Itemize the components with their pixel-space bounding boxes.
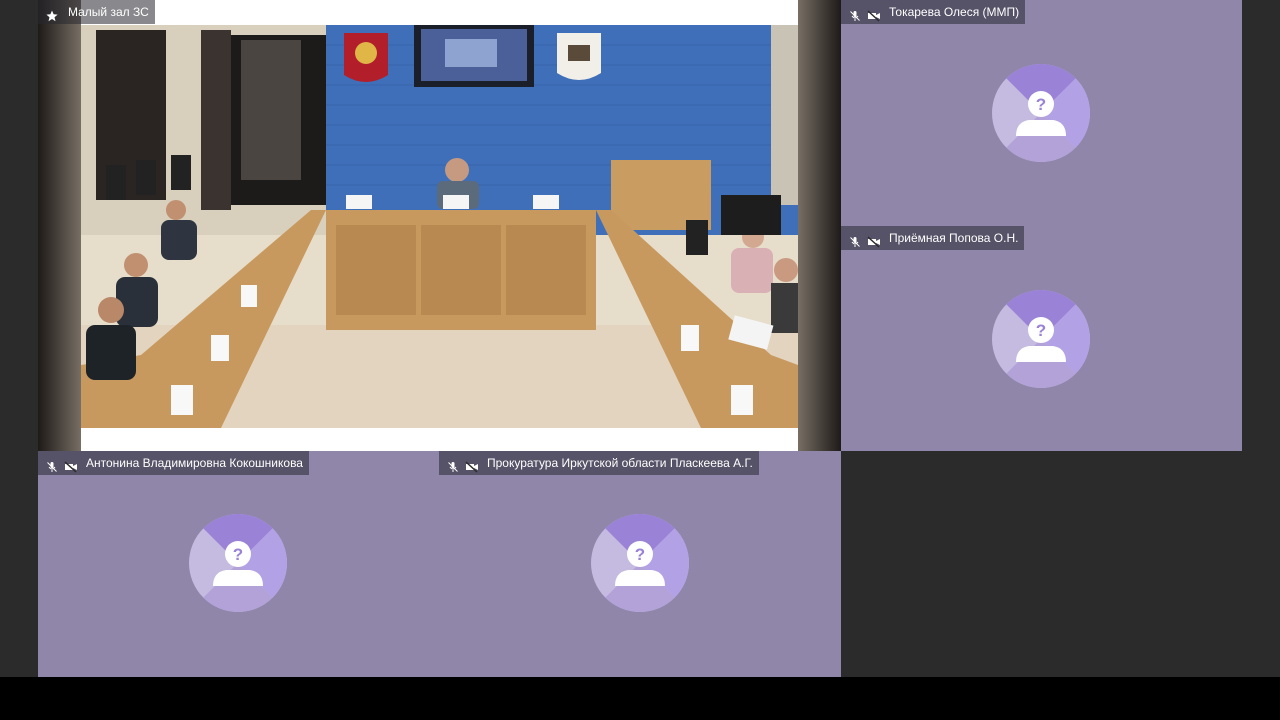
participant-label: Антонина Владимировна Кокошникова <box>38 451 309 475</box>
participant-tile[interactable]: Прокуратура Иркутской области Пласкеева … <box>439 451 841 677</box>
mic-off-icon <box>46 457 60 472</box>
participant-tile[interactable]: Токарева Олеся (ММП) ? <box>841 0 1242 226</box>
participant-tile[interactable]: Приёмная Попова О.Н. ? <box>841 226 1242 451</box>
participant-name: Антонина Владимировна Кокошникова <box>86 456 303 470</box>
unknown-user-avatar: ? <box>189 514 287 612</box>
conference-room-video <box>81 25 798 428</box>
camera-off-icon <box>867 232 881 248</box>
unknown-user-avatar: ? <box>591 514 689 612</box>
main-video-label: Малый зал ЗС <box>38 0 155 24</box>
video-blur-left <box>38 0 81 451</box>
participant-name: Прокуратура Иркутской области Пласкеева … <box>487 456 753 470</box>
participant-label: Приёмная Попова О.Н. <box>841 226 1025 250</box>
svg-text:?: ? <box>1036 95 1046 114</box>
mic-off-icon <box>849 6 863 21</box>
svg-text:?: ? <box>635 545 645 564</box>
star-icon[interactable] <box>46 6 60 22</box>
participant-label: Токарева Олеся (ММП) <box>841 0 1026 24</box>
main-video-tile[interactable]: Малый зал ЗС <box>38 0 841 451</box>
bottom-bar <box>0 677 1280 720</box>
camera-off-icon <box>867 6 881 22</box>
svg-text:?: ? <box>233 545 243 564</box>
unknown-user-avatar: ? <box>992 290 1090 388</box>
unknown-user-avatar: ? <box>992 64 1090 162</box>
participant-label: Прокуратура Иркутской области Пласкеева … <box>439 451 759 475</box>
svg-text:?: ? <box>1036 321 1046 340</box>
video-frame <box>81 0 798 451</box>
participant-tile[interactable]: Антонина Владимировна Кокошникова ? <box>38 451 439 677</box>
participant-name: Приёмная Попова О.Н. <box>889 231 1019 245</box>
participant-name: Токарева Олеся (ММП) <box>889 5 1020 19</box>
video-blur-right <box>798 0 841 451</box>
camera-off-icon <box>465 457 479 473</box>
camera-off-icon <box>64 457 78 473</box>
main-video-title: Малый зал ЗС <box>68 5 149 19</box>
mic-off-icon <box>849 232 863 247</box>
mic-off-icon <box>447 457 461 472</box>
